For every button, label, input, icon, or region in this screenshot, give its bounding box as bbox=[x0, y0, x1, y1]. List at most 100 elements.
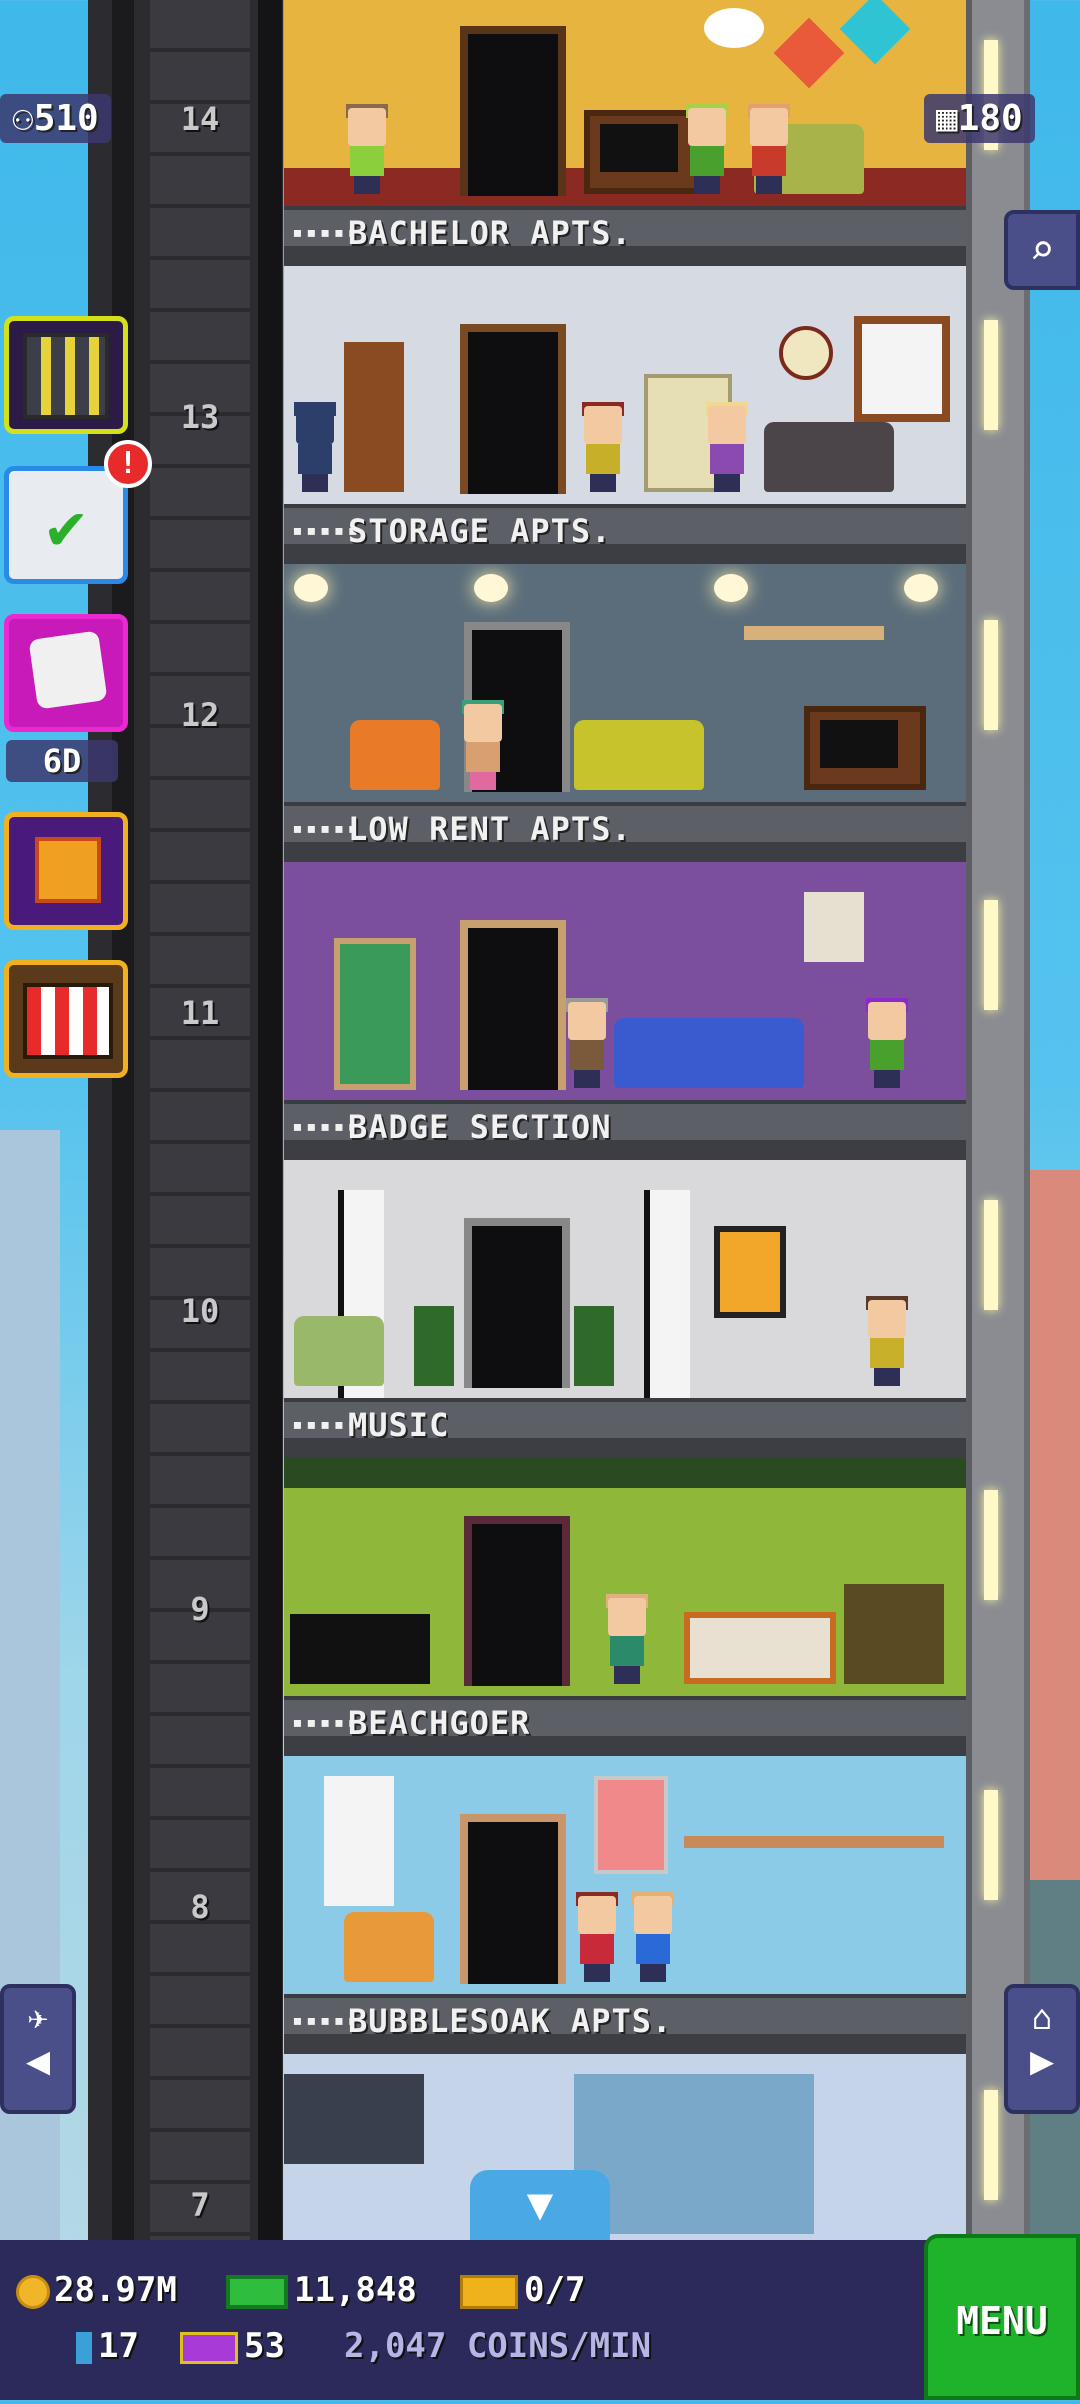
floor-bubblesoak-apts[interactable]: ▪▪▪▪▪ BUBBLESOAK APTS. bbox=[284, 1756, 966, 2054]
green-door bbox=[334, 938, 416, 1090]
room-interior[interactable] bbox=[284, 1160, 966, 1400]
window-shutters bbox=[324, 1776, 394, 1906]
dice-button[interactable] bbox=[4, 614, 128, 732]
bed bbox=[684, 1612, 836, 1684]
resident[interactable] bbox=[746, 104, 792, 194]
coins-display[interactable]: 28.97M bbox=[16, 2270, 177, 2310]
door bbox=[460, 324, 566, 494]
floor-music[interactable]: ▪▪▪▪▪ MUSIC bbox=[284, 1160, 966, 1458]
chevron-down-icon: ▼ bbox=[526, 2179, 554, 2230]
room-interior[interactable] bbox=[284, 1756, 966, 1996]
beach-poster bbox=[594, 1776, 668, 1874]
floor-number: 7 bbox=[190, 2186, 210, 2224]
build-floor-button[interactable] bbox=[4, 316, 128, 434]
door bbox=[464, 1218, 570, 1388]
floor-badge-section[interactable]: ▪▪▪▪▪ BADGE SECTION bbox=[284, 862, 966, 1160]
resident[interactable] bbox=[630, 1892, 676, 1982]
flower-decoration-icon bbox=[704, 8, 764, 48]
resident[interactable] bbox=[604, 1594, 650, 1684]
flower-decoration-icon bbox=[839, 0, 911, 65]
gift-button[interactable] bbox=[4, 812, 128, 930]
armchair bbox=[350, 720, 440, 790]
notification-badge: ! bbox=[104, 440, 152, 488]
room-interior[interactable] bbox=[284, 2054, 966, 2240]
game-poster bbox=[804, 892, 864, 962]
search-button[interactable]: ⌕ bbox=[1004, 210, 1080, 290]
column bbox=[644, 1190, 690, 1400]
couch bbox=[764, 422, 894, 492]
door bbox=[460, 1814, 566, 1984]
piano bbox=[290, 1614, 430, 1684]
ticket-icon bbox=[460, 2274, 518, 2309]
floor-bachelor-apts[interactable]: ▪▪▪▪▪ BACHELOR APTS. bbox=[284, 0, 966, 266]
room-interior[interactable] bbox=[284, 0, 966, 208]
tickets-display[interactable]: 0/7 bbox=[460, 2270, 585, 2310]
bux-icon bbox=[226, 2274, 288, 2309]
plant bbox=[414, 1306, 454, 1386]
armchair bbox=[344, 1912, 434, 1982]
painting bbox=[714, 1226, 786, 1318]
resident[interactable] bbox=[344, 104, 390, 194]
room-interior[interactable] bbox=[284, 564, 966, 804]
floors-counter[interactable]: ▦180 bbox=[924, 94, 1035, 143]
resident[interactable] bbox=[580, 402, 626, 492]
dice-timer: 6D bbox=[6, 740, 118, 782]
resident[interactable] bbox=[704, 402, 750, 492]
room-interior[interactable] bbox=[284, 1458, 966, 1698]
floor-number: 12 bbox=[180, 696, 220, 734]
resident[interactable] bbox=[574, 1892, 620, 1982]
checklist-icon: ✔ bbox=[46, 490, 86, 564]
plant bbox=[574, 1306, 614, 1386]
floor-7[interactable] bbox=[284, 2054, 966, 2240]
resident[interactable] bbox=[564, 998, 610, 1088]
airplane-icon: ✈ bbox=[27, 1998, 49, 2038]
coins-per-minute: 2,047 COINS/MIN bbox=[344, 2326, 652, 2366]
tv bbox=[804, 706, 926, 790]
resident[interactable] bbox=[684, 104, 730, 194]
left-nav-button[interactable]: ✈ ◀ bbox=[0, 1984, 76, 2114]
flower-decoration-icon bbox=[773, 17, 845, 89]
fireplace bbox=[844, 1584, 944, 1684]
missions-button[interactable]: ✔ bbox=[4, 466, 128, 584]
bookshelf bbox=[744, 626, 884, 640]
tower: 14 13 12 11 10 9 8 7 ▪▪▪▪▪ BACHELOR APTS… bbox=[88, 0, 1030, 2240]
floor-number: 8 bbox=[190, 1888, 210, 1926]
vip-display[interactable]: 53 bbox=[180, 2326, 285, 2366]
room-interior[interactable] bbox=[284, 266, 966, 506]
plant bbox=[344, 342, 404, 492]
right-nav-button[interactable]: ⌂ ▶ bbox=[1004, 1984, 1080, 2114]
resident[interactable] bbox=[292, 402, 338, 492]
dice-icon bbox=[28, 630, 108, 710]
room-interior[interactable] bbox=[284, 862, 966, 1102]
resident[interactable] bbox=[864, 1296, 910, 1386]
elevator-down-button[interactable]: ▼ bbox=[470, 2170, 610, 2240]
token-icon bbox=[76, 2331, 92, 2364]
market-stall-icon bbox=[23, 983, 113, 1059]
door bbox=[464, 1516, 570, 1686]
population-counter[interactable]: ⚇510 bbox=[0, 94, 111, 143]
menu-button[interactable]: MENU bbox=[924, 2234, 1080, 2400]
armchair bbox=[294, 1316, 384, 1386]
floor-number: 9 bbox=[190, 1590, 210, 1628]
bux-display[interactable]: 11,848 bbox=[226, 2270, 417, 2310]
window bbox=[854, 316, 950, 422]
resident[interactable] bbox=[460, 700, 506, 790]
couch bbox=[614, 1018, 804, 1088]
search-icon: ⌕ bbox=[1029, 225, 1055, 274]
tokens-display[interactable]: 17 bbox=[76, 2326, 139, 2366]
coin-icon bbox=[16, 2274, 50, 2309]
floor-beachgoer[interactable]: ▪▪▪▪▪ BEACHGOER bbox=[284, 1458, 966, 1756]
door bbox=[460, 920, 566, 1090]
floor-number: 14 bbox=[180, 100, 220, 138]
vip-ticket-icon bbox=[180, 2331, 238, 2364]
gift-icon bbox=[35, 837, 101, 903]
tower-right-pillar bbox=[966, 0, 1030, 2240]
building-icon bbox=[23, 333, 109, 419]
floor-storage-apts[interactable]: ▪▪▪▪▪ STORAGE APTS. bbox=[284, 266, 966, 564]
right-arrow-icon: ▶ bbox=[1029, 2038, 1055, 2084]
door bbox=[460, 26, 566, 196]
resident[interactable] bbox=[864, 998, 910, 1088]
floor-number: 13 bbox=[180, 398, 220, 436]
market-button[interactable] bbox=[4, 960, 128, 1078]
floor-low-rent-apts[interactable]: ▪▪▪▪▪ LOW RENT APTS. bbox=[284, 564, 966, 862]
